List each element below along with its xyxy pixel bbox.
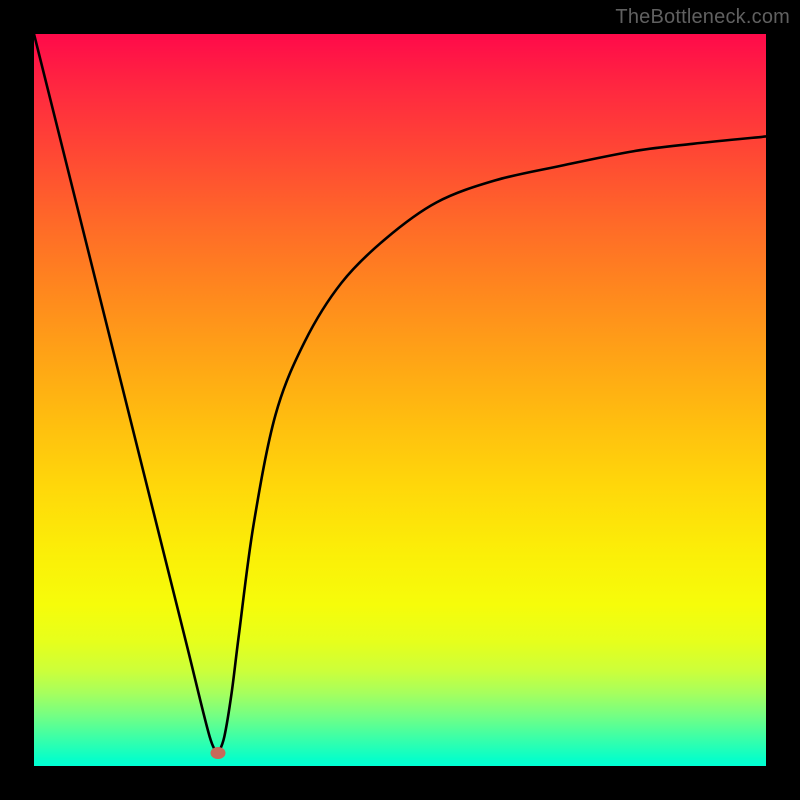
- chart-frame: TheBottleneck.com: [0, 0, 800, 800]
- bottleneck-curve: [34, 34, 766, 766]
- watermark-text: TheBottleneck.com: [615, 6, 790, 29]
- optimal-marker: [211, 747, 226, 759]
- plot-area: [34, 34, 766, 766]
